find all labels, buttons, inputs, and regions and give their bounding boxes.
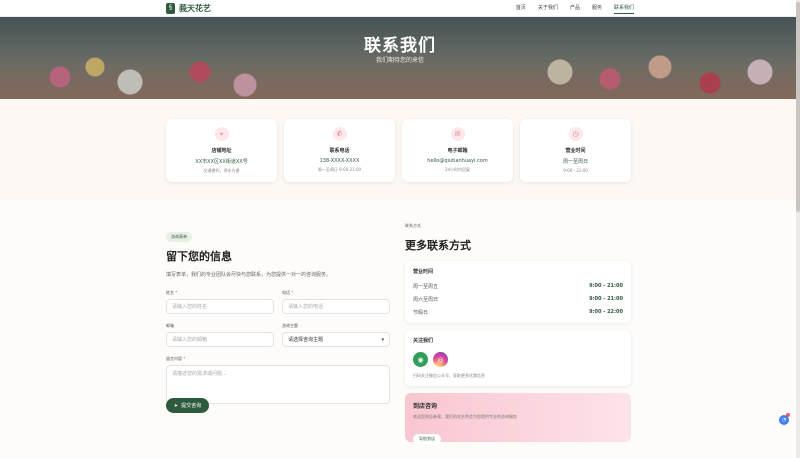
phone-input[interactable]: 请输入您的电话 xyxy=(282,299,390,314)
social-panel-title: 关注我们 xyxy=(413,338,434,344)
form-row: 姓名 * 请输入您的姓名 电话 * 请输入您的电话 xyxy=(166,290,390,314)
brand-logo-icon: § xyxy=(166,2,175,14)
phone-label: 电话 * xyxy=(282,290,390,296)
name-field-group: 姓名 * 请输入您的姓名 xyxy=(166,290,274,314)
mail-icon: ✉ xyxy=(450,127,465,141)
hours-time: 9:00 - 22:00 xyxy=(589,309,623,315)
card-value: XX市XX区XX街道XX号 xyxy=(195,159,248,165)
notification-badge xyxy=(786,413,790,417)
card-value: 周一至周日 xyxy=(562,159,588,165)
name-input[interactable]: 请输入您的姓名 xyxy=(166,299,274,314)
hero-subtitle: 我们期待您的来信 xyxy=(375,57,424,64)
email-card: ✉ 电子邮箱 hello@qiutianhuayi.com 24小时内回复 xyxy=(402,119,513,182)
form-title: 留下您的信息 xyxy=(166,250,232,263)
right-title: 更多联系方式 xyxy=(405,239,471,252)
phone-field-group: 电话 * 请输入您的电话 xyxy=(282,290,390,314)
card-title: 电子邮箱 xyxy=(447,148,468,154)
hours-time: 9:00 - 21:00 xyxy=(589,283,623,289)
email-input[interactable]: 请输入您的邮箱 xyxy=(166,332,274,347)
send-icon: ➤ xyxy=(173,402,179,409)
visit-title: 到店咨询 xyxy=(413,403,438,410)
nav-links: 首页 关于我们 产品 服务 联系我们 xyxy=(516,2,634,14)
required-mark: * xyxy=(183,356,186,361)
brand[interactable]: § 莪天花艺 xyxy=(166,2,211,14)
social-note: 扫码关注微信公众号，获取更多优惠信息 xyxy=(413,373,485,378)
card-note: 9:00 - 21:00 xyxy=(563,168,588,173)
message-label: 留言内容 * xyxy=(166,356,390,362)
name-label: 姓名 * xyxy=(166,290,274,296)
form-tag: 咨询表单 xyxy=(166,232,192,242)
inquiry-form: 咨询表单 留下您的信息 填写表单，我们的专业团队会尽快与您联系，为您提供一对一的… xyxy=(166,223,390,413)
wechat-icon[interactable]: ◉ xyxy=(413,352,428,367)
card-title: 店铺地址 xyxy=(211,148,232,154)
nav-link-contact[interactable]: 联系我们 xyxy=(613,2,634,14)
hours-day: 周一至周五 xyxy=(413,284,439,290)
topic-label: 咨询主题 xyxy=(282,323,298,328)
submit-label: 提交咨询 xyxy=(181,403,202,409)
hours-panel: 营业时间 周一至周五 9:00 - 21:00 周六至周日 9:00 - 21:… xyxy=(405,261,631,323)
location-pin-icon: ⌖ xyxy=(214,127,229,141)
required-mark: * xyxy=(175,290,178,295)
nav-link-services[interactable]: 服务 xyxy=(592,2,602,14)
visit-store-panel: 到店咨询 欢迎您到店参观，我们的花艺师会为您提供专业的咨询服务 导航到店 xyxy=(405,393,631,444)
card-note: 交通便利，停车方便 xyxy=(203,168,240,173)
submit-button[interactable]: ➤ 提交咨询 xyxy=(166,398,209,413)
hours-day: 周六至周日 xyxy=(413,297,439,303)
card-value[interactable]: 138-XXXX-XXXX xyxy=(320,158,360,164)
topic-select[interactable]: 请选择咨询主题 ▾ xyxy=(282,332,390,347)
email-field-group: 邮箱 请输入您的邮箱 xyxy=(166,323,274,347)
more-contact-column: 联系方式 更多联系方式 营业时间 周一至周五 9:00 - 21:00 周六至周… xyxy=(405,223,631,444)
hours-row: 周一至周五 9:00 - 21:00 xyxy=(413,283,623,290)
hero-banner: 联系我们 我们期待您的来信 xyxy=(0,17,800,99)
instagram-icon[interactable]: ◎ xyxy=(433,352,448,367)
hours-day: 节假日 xyxy=(413,310,429,316)
card-note: 周一至周日 9:00-21:00 xyxy=(317,167,362,172)
nav-link-home[interactable]: 首页 xyxy=(516,2,526,14)
form-description: 填写表单，我们的专业团队会尽快与您联系，为您提供一对一的咨询服务。 xyxy=(166,272,332,278)
top-navbar: § 莪天花艺 首页 关于我们 产品 服务 联系我们 xyxy=(0,0,800,17)
card-title: 联系电话 xyxy=(329,148,350,154)
card-title: 营业时间 xyxy=(565,148,586,154)
form-row: 邮箱 请输入您的邮箱 咨询主题 请选择咨询主题 ▾ xyxy=(166,323,390,347)
card-note: 24小时内回复 xyxy=(444,167,471,172)
message-label-text: 留言内容 xyxy=(166,356,182,361)
address-card: ⌖ 店铺地址 XX市XX区XX街道XX号 交通便利，停车方便 xyxy=(166,119,277,182)
hours-row: 节假日 9:00 - 22:00 xyxy=(413,309,623,316)
contact-section xyxy=(0,200,800,458)
right-kicker: 联系方式 xyxy=(405,223,421,228)
phone-card: ✆ 联系电话 138-XXXX-XXXX 周一至周日 9:00-21:00 xyxy=(284,119,395,182)
email-label: 邮箱 xyxy=(166,323,174,328)
phone-icon: ✆ xyxy=(332,127,347,141)
hours-row: 周六至周日 9:00 - 21:00 xyxy=(413,296,623,303)
nav-link-products[interactable]: 产品 xyxy=(570,2,580,14)
clock-icon: ◷ xyxy=(568,127,583,141)
phone-label-text: 电话 xyxy=(282,290,290,295)
message-field-group: 留言内容 * 请描述您的需求或问题... xyxy=(166,356,390,404)
navigate-to-store-button[interactable]: 导航到店 xyxy=(413,434,441,444)
scrollbar-thumb[interactable] xyxy=(796,2,800,212)
name-label-text: 姓名 xyxy=(166,290,174,295)
topic-field-group: 咨询主题 请选择咨询主题 ▾ xyxy=(282,323,390,347)
chevron-down-icon: ▾ xyxy=(381,336,384,343)
hours-time: 9:00 - 21:00 xyxy=(589,296,623,302)
topic-select-value: 请选择咨询主题 xyxy=(288,337,324,343)
social-icons: ◉ ◎ xyxy=(413,352,623,367)
hours-card: ◷ 营业时间 周一至周日 9:00 - 21:00 xyxy=(520,119,631,182)
contact-info-cards: ⌖ 店铺地址 XX市XX区XX街道XX号 交通便利，停车方便 ✆ 联系电话 13… xyxy=(166,119,631,182)
brand-name: 莪天花艺 xyxy=(179,2,211,13)
visit-description: 欢迎您到店参观，我们的花艺师会为您提供专业的咨询服务 xyxy=(413,414,517,419)
nav-link-about[interactable]: 关于我们 xyxy=(538,2,558,14)
required-mark: * xyxy=(291,290,294,295)
hours-panel-title: 营业时间 xyxy=(413,269,434,275)
hero-title: 联系我们 xyxy=(364,36,436,56)
card-value[interactable]: hello@qiutianhuayi.com xyxy=(427,158,487,164)
social-panel: 关注我们 ◉ ◎ 扫码关注微信公众号，获取更多优惠信息 xyxy=(405,330,631,386)
